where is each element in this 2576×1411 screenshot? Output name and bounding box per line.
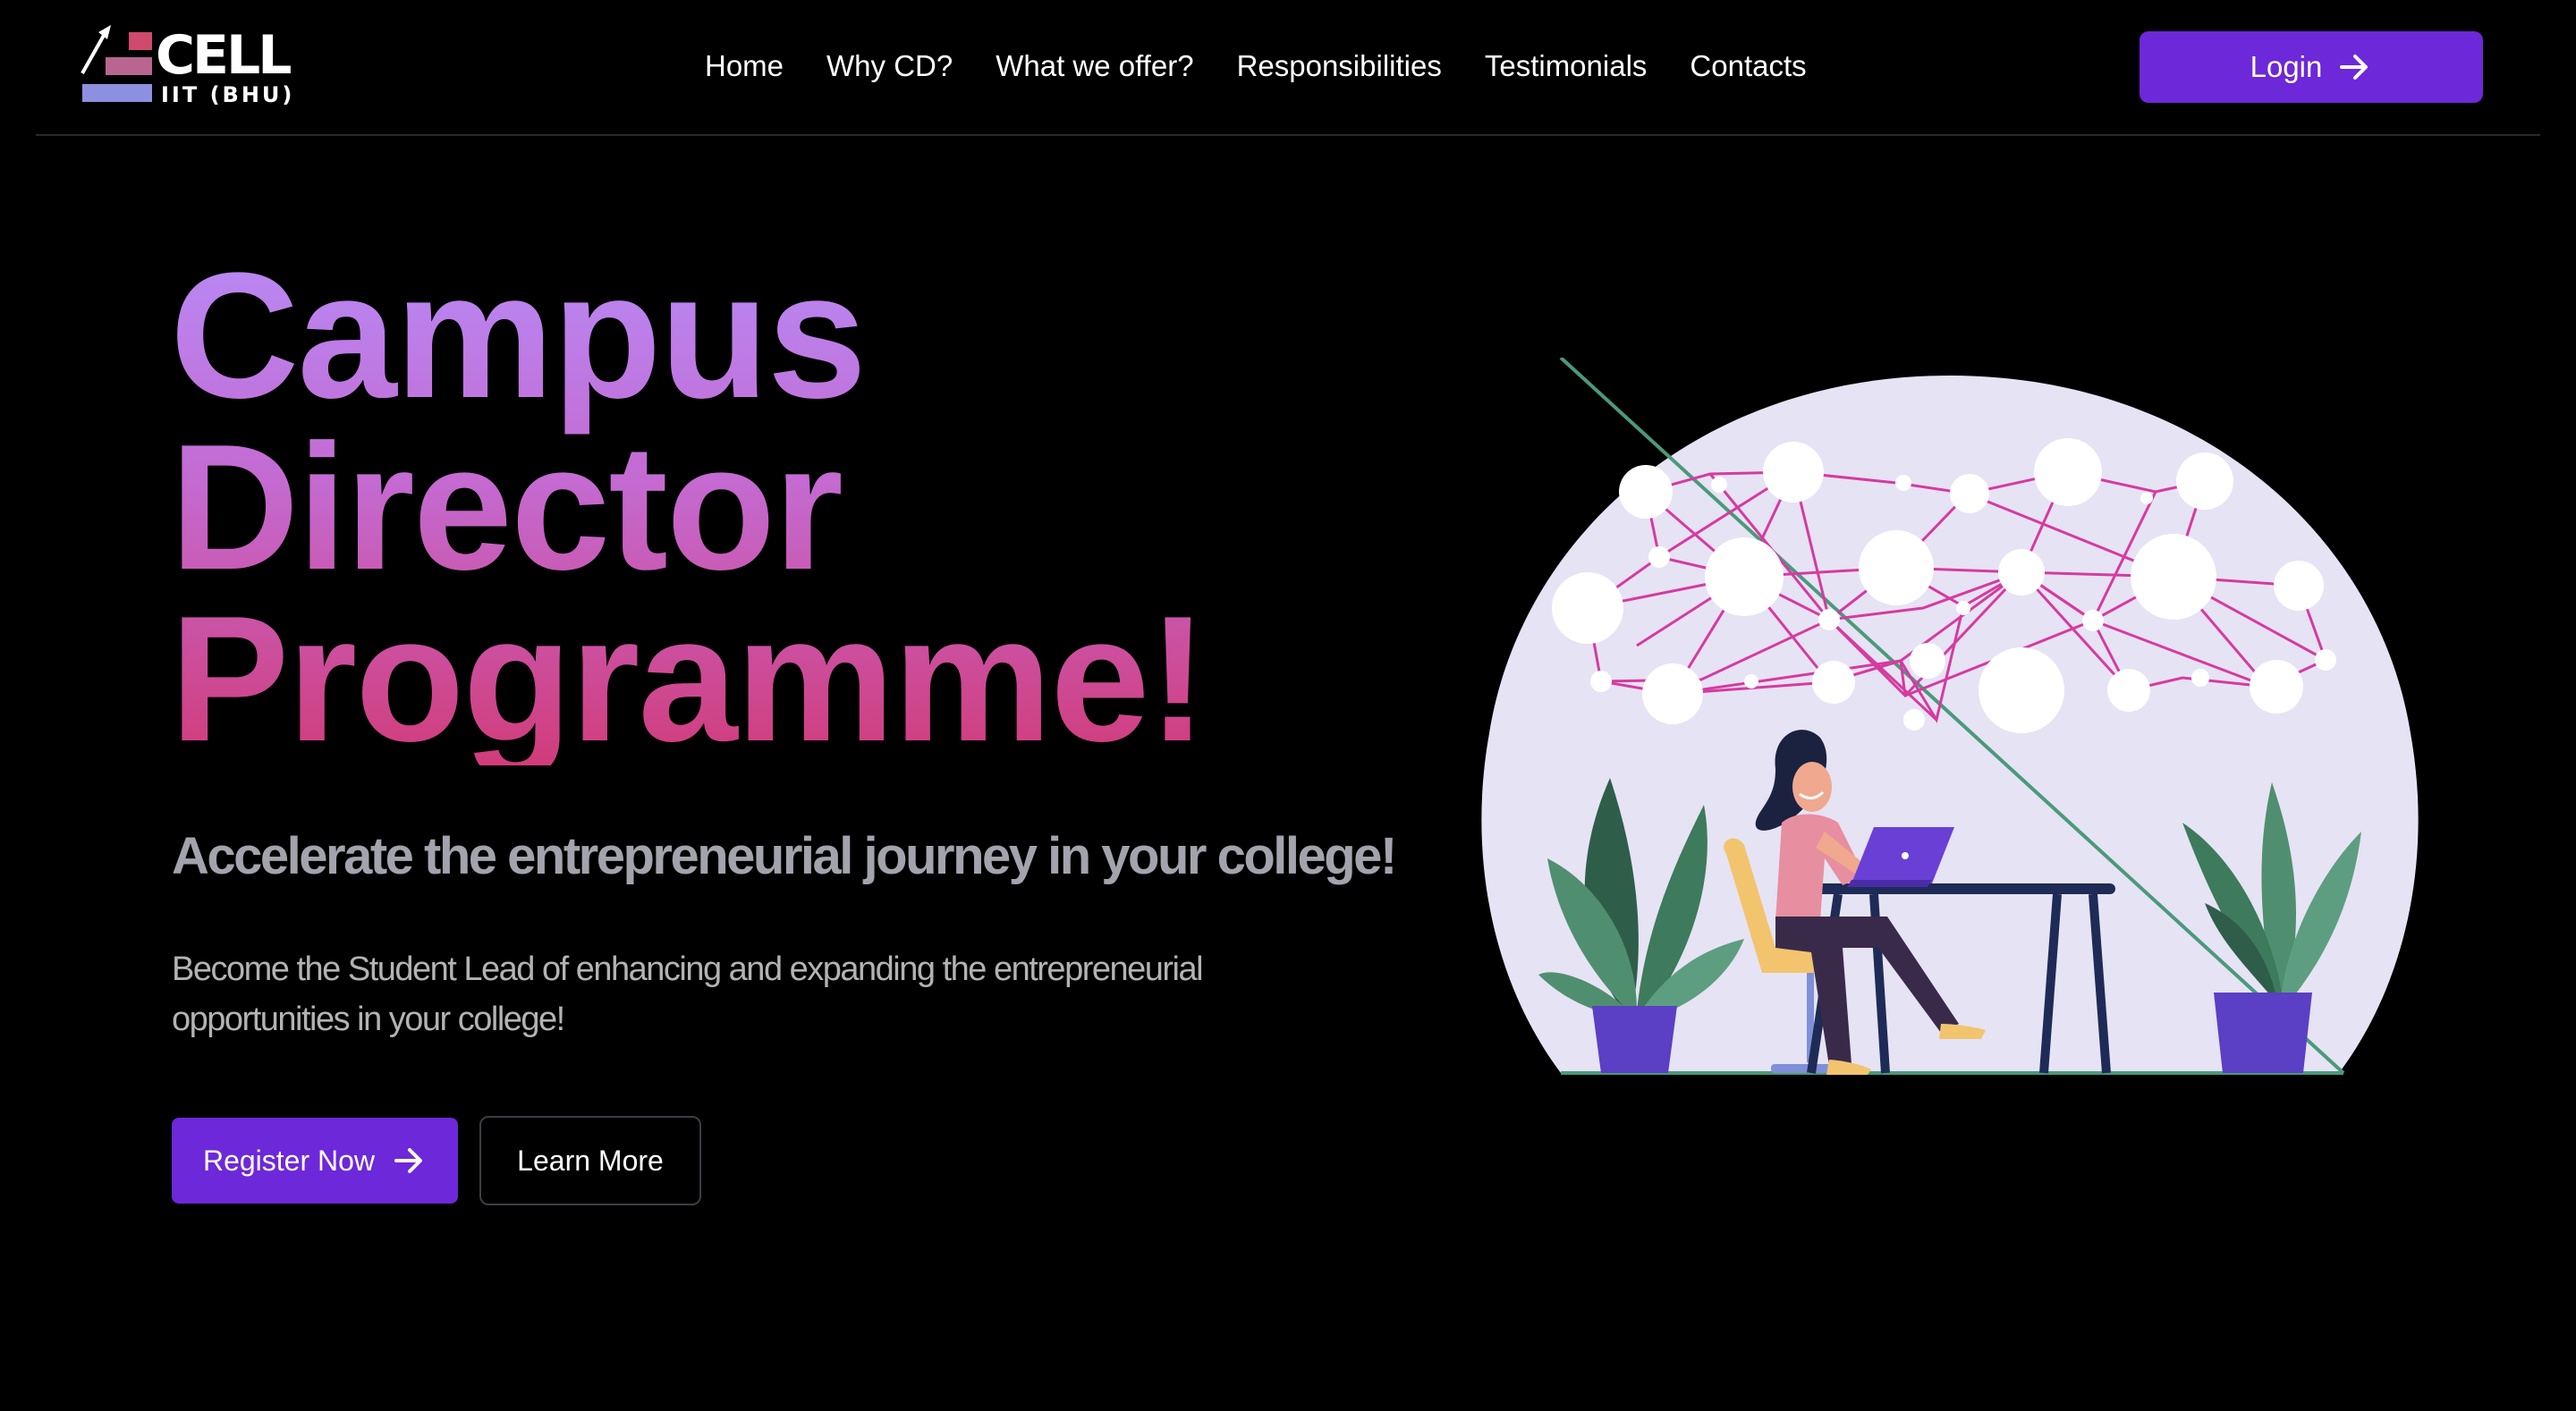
navbar: CELL IIT (BHU) Home Why CD? What we offe… bbox=[0, 0, 2576, 134]
hero-illustration bbox=[1481, 358, 2419, 1075]
nav-why-cd[interactable]: Why CD? bbox=[826, 46, 953, 86]
nav-contacts[interactable]: Contacts bbox=[1690, 46, 1806, 86]
nav-what-we-offer[interactable]: What we offer? bbox=[996, 46, 1193, 86]
hero-title-line-2: Director bbox=[170, 408, 842, 607]
hero-title-line-1: Campus bbox=[170, 236, 866, 435]
main-nav: Home Why CD? What we offer? Responsibili… bbox=[705, 46, 1807, 86]
nav-home[interactable]: Home bbox=[705, 46, 784, 86]
logo-mark-icon bbox=[80, 25, 152, 102]
ecell-logo[interactable]: CELL IIT (BHU) bbox=[79, 25, 292, 109]
arrow-right-icon bbox=[2340, 55, 2368, 80]
arrow-right-icon bbox=[394, 1148, 423, 1173]
hero-title: Campus Director Programme! bbox=[170, 250, 1206, 765]
logo-subtitle: IIT (BHU) bbox=[161, 82, 295, 107]
learn-more-label: Learn More bbox=[517, 1144, 664, 1177]
nav-divider bbox=[36, 134, 2540, 136]
hero-subtitle: Accelerate the entrepreneurial journey i… bbox=[172, 827, 1397, 885]
hero-title-line-3: Programme! bbox=[170, 579, 1207, 779]
logo-wordmark: CELL bbox=[156, 24, 292, 87]
register-now-button[interactable]: Register Now bbox=[172, 1118, 458, 1204]
nav-responsibilities[interactable]: Responsibilities bbox=[1237, 46, 1442, 86]
login-label: Login bbox=[2250, 50, 2323, 83]
hero-description: Become the Student Lead of enhancing and… bbox=[172, 951, 1204, 1038]
learn-more-button[interactable]: Learn More bbox=[479, 1116, 701, 1205]
register-label: Register Now bbox=[202, 1144, 376, 1177]
nav-testimonials[interactable]: Testimonials bbox=[1485, 46, 1648, 86]
login-button[interactable]: Login bbox=[2140, 31, 2483, 103]
